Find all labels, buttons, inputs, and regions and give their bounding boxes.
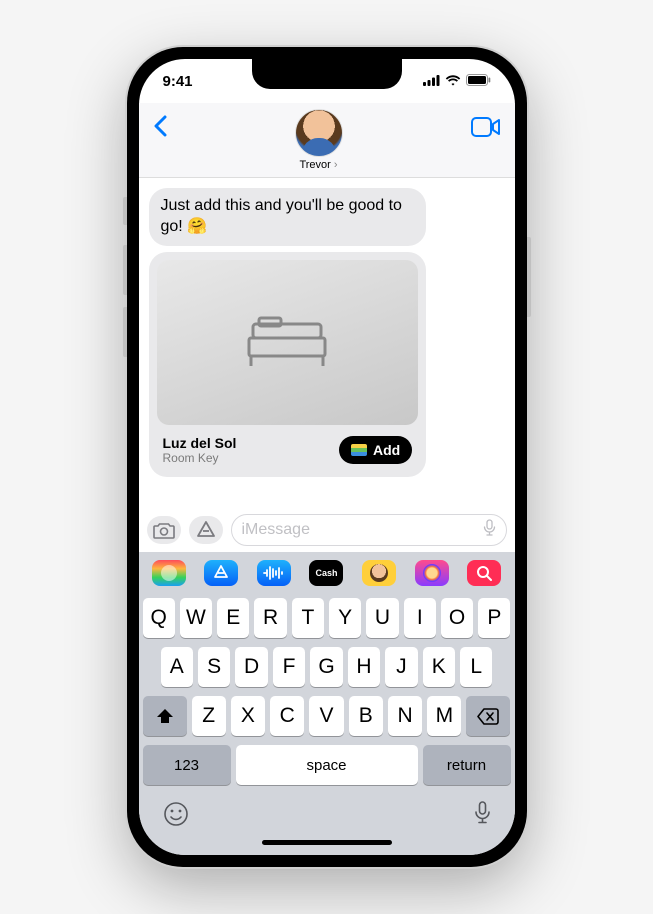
audio-app-icon[interactable] [257,560,291,586]
key-c[interactable]: C [270,696,304,736]
keyboard: QWERTYUIOP ASDFGHJKL ZXCVBNM 123 space r… [139,594,515,855]
key-o[interactable]: O [441,598,473,638]
key-e[interactable]: E [217,598,249,638]
key-r[interactable]: R [254,598,286,638]
compose-bar: iMessage [139,508,515,552]
key-z[interactable]: Z [192,696,226,736]
notch [252,59,402,89]
stickers-app-icon[interactable] [415,560,449,586]
key-d[interactable]: D [235,647,267,687]
wifi-icon [445,73,461,90]
key-l[interactable]: L [460,647,492,687]
key-y[interactable]: Y [329,598,361,638]
key-x[interactable]: X [231,696,265,736]
message-text: Just add this and you'll be good to go! … [161,197,402,235]
key-a[interactable]: A [161,647,193,687]
key-s[interactable]: S [198,647,230,687]
key-k[interactable]: K [423,647,455,687]
key-w[interactable]: W [180,598,212,638]
key-b[interactable]: B [349,696,383,736]
facetime-button[interactable] [471,109,501,142]
dictation-key[interactable] [474,801,491,832]
card-preview [157,260,419,425]
photos-app-icon[interactable] [152,560,186,586]
delete-key[interactable] [466,696,510,736]
back-button[interactable] [153,109,167,144]
camera-button[interactable] [147,516,181,544]
key-n[interactable]: N [388,696,422,736]
wallet-pass-card[interactable]: Luz del Sol Room Key Add [149,252,427,477]
key-v[interactable]: V [309,696,343,736]
key-f[interactable]: F [273,647,305,687]
add-label: Add [373,442,400,458]
status-time: 9:41 [163,73,193,90]
space-key[interactable]: space [236,745,418,785]
key-u[interactable]: U [366,598,398,638]
message-placeholder: iMessage [242,521,310,539]
key-m[interactable]: M [427,696,461,736]
volume-up-button[interactable] [123,245,127,295]
key-g[interactable]: G [310,647,342,687]
key-q[interactable]: Q [143,598,175,638]
apple-cash-icon[interactable]: Cash [309,560,343,586]
mute-switch[interactable] [123,197,127,225]
key-i[interactable]: I [404,598,436,638]
card-title: Luz del Sol [163,435,237,451]
memoji-app-icon[interactable] [362,560,396,586]
appstore-app-icon[interactable] [204,560,238,586]
numbers-key[interactable]: 123 [143,745,231,785]
search-app-icon[interactable] [467,560,501,586]
wallet-icon [351,444,367,456]
messages-list[interactable]: Just add this and you'll be good to go! … [139,178,515,508]
power-button[interactable] [527,237,531,317]
key-p[interactable]: P [478,598,510,638]
emoji-key[interactable] [163,801,189,832]
app-store-button[interactable] [189,516,223,544]
iphone-frame: 9:41 Trevor [127,47,527,867]
key-t[interactable]: T [292,598,324,638]
contact-info[interactable]: Trevor [295,109,343,171]
contact-name-label: Trevor [299,159,337,171]
incoming-message[interactable]: Just add this and you'll be good to go! … [149,188,427,246]
home-indicator[interactable] [262,840,392,845]
contact-avatar [295,109,343,157]
conversation-header: Trevor [139,103,515,178]
dictation-icon[interactable] [483,519,496,542]
key-j[interactable]: J [385,647,417,687]
message-input[interactable]: iMessage [231,514,507,546]
return-key[interactable]: return [423,745,511,785]
bed-icon [247,316,327,368]
battery-icon [466,73,491,90]
cellular-icon [423,73,440,90]
imessage-app-strip: Cash [139,552,515,594]
add-to-wallet-button[interactable]: Add [339,436,412,464]
shift-key[interactable] [143,696,187,736]
volume-down-button[interactable] [123,307,127,357]
card-subtitle: Room Key [163,451,237,465]
key-h[interactable]: H [348,647,380,687]
